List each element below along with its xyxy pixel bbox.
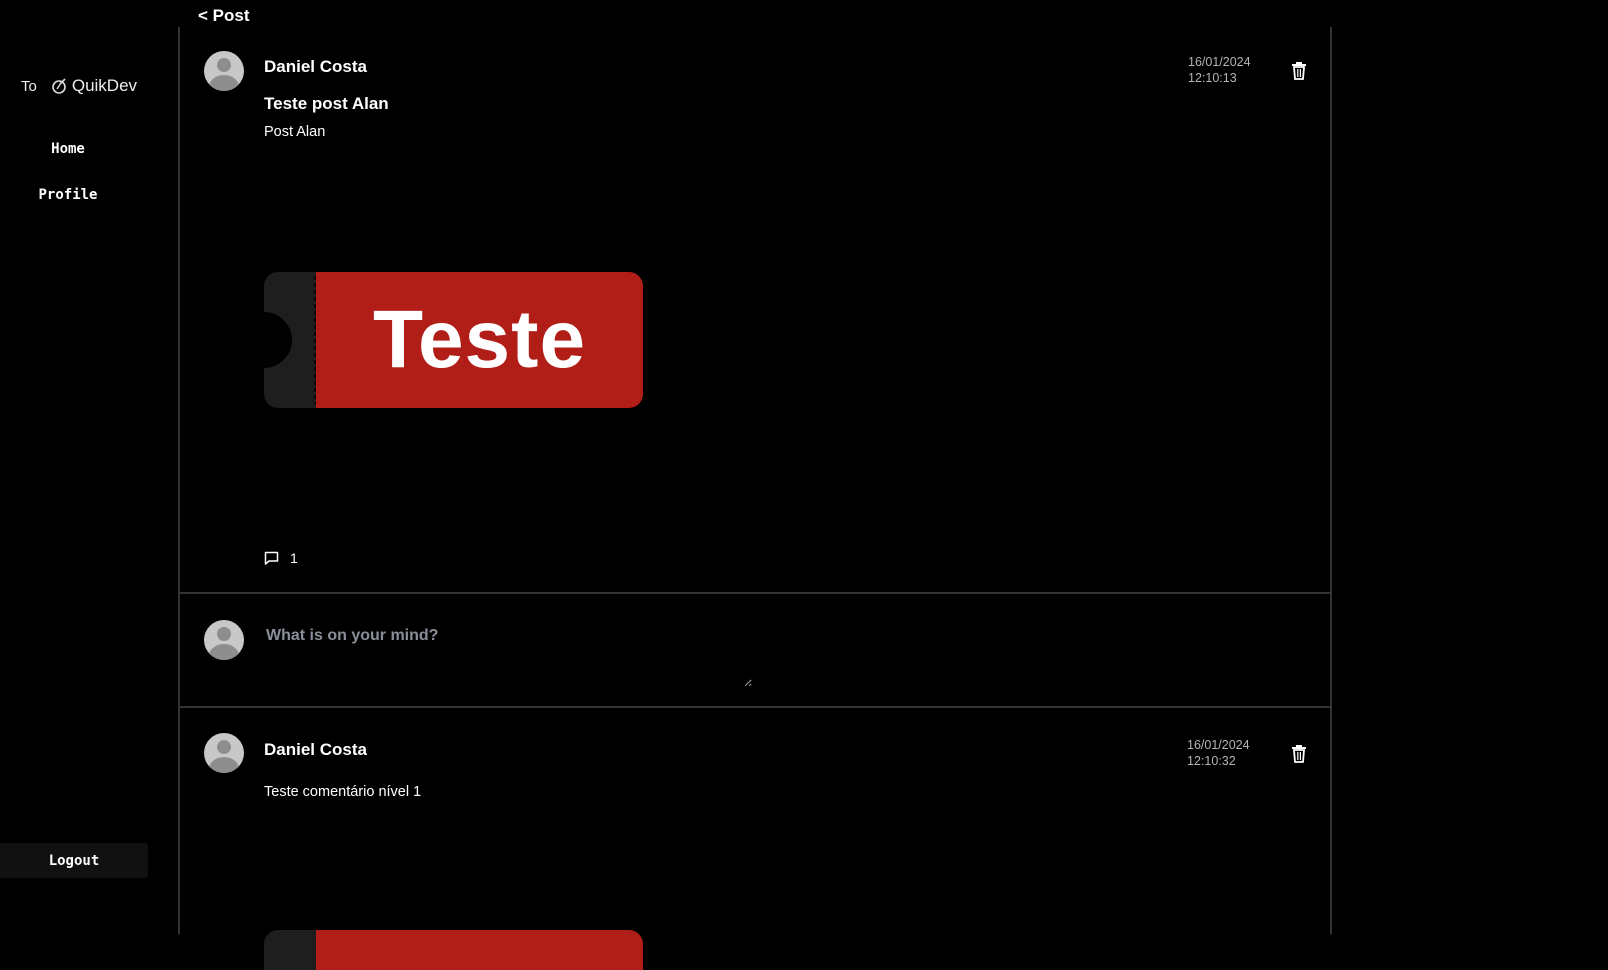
post-author[interactable]: Daniel Costa: [264, 57, 367, 77]
logout-button[interactable]: Logout: [0, 843, 148, 878]
post-image: Teste: [264, 272, 643, 408]
avatar: [204, 620, 244, 660]
comment-image: [264, 930, 643, 970]
trash-icon[interactable]: [1291, 745, 1307, 763]
post-thread: Daniel Costa 16/01/2024 12:10:13 Teste p…: [178, 27, 1332, 970]
comment-time: 12:10:32: [1187, 754, 1236, 768]
comment-date: 16/01/2024: [1187, 738, 1250, 752]
quikdev-logo-icon: [51, 78, 67, 94]
comment-icon: [264, 551, 279, 565]
sidebar-item-home[interactable]: Home: [0, 141, 136, 157]
divider: [180, 706, 1330, 708]
comment-author[interactable]: Daniel Costa: [264, 740, 367, 760]
comment-input[interactable]: [266, 627, 752, 687]
post-timestamp: 16/01/2024 12:10:13: [1188, 54, 1251, 86]
comment-count-button[interactable]: 1: [264, 550, 298, 566]
divider: [180, 592, 1330, 594]
sidebar-item-profile[interactable]: Profile: [0, 187, 136, 203]
post-image-text: Teste: [372, 294, 587, 385]
sidebar: To QuikDev Home Profile Logout: [0, 0, 178, 934]
avatar[interactable]: [204, 733, 244, 773]
trash-icon[interactable]: [1291, 62, 1307, 80]
brand-name: QuikDev: [71, 76, 138, 95]
comment-body: Teste comentário nível 1: [264, 784, 422, 800]
brand-prefix: To: [21, 77, 37, 95]
post-title: Teste post Alan: [264, 94, 389, 113]
post-body: Post Alan: [264, 124, 326, 140]
post-date: 16/01/2024: [1188, 55, 1251, 69]
brand: To QuikDev: [21, 76, 137, 96]
comment-count: 1: [290, 550, 298, 566]
post-time: 12:10:13: [1188, 71, 1237, 85]
back-to-post-link[interactable]: < Post: [198, 6, 250, 26]
comment-timestamp: 16/01/2024 12:10:32: [1187, 737, 1250, 769]
avatar[interactable]: [204, 51, 244, 91]
